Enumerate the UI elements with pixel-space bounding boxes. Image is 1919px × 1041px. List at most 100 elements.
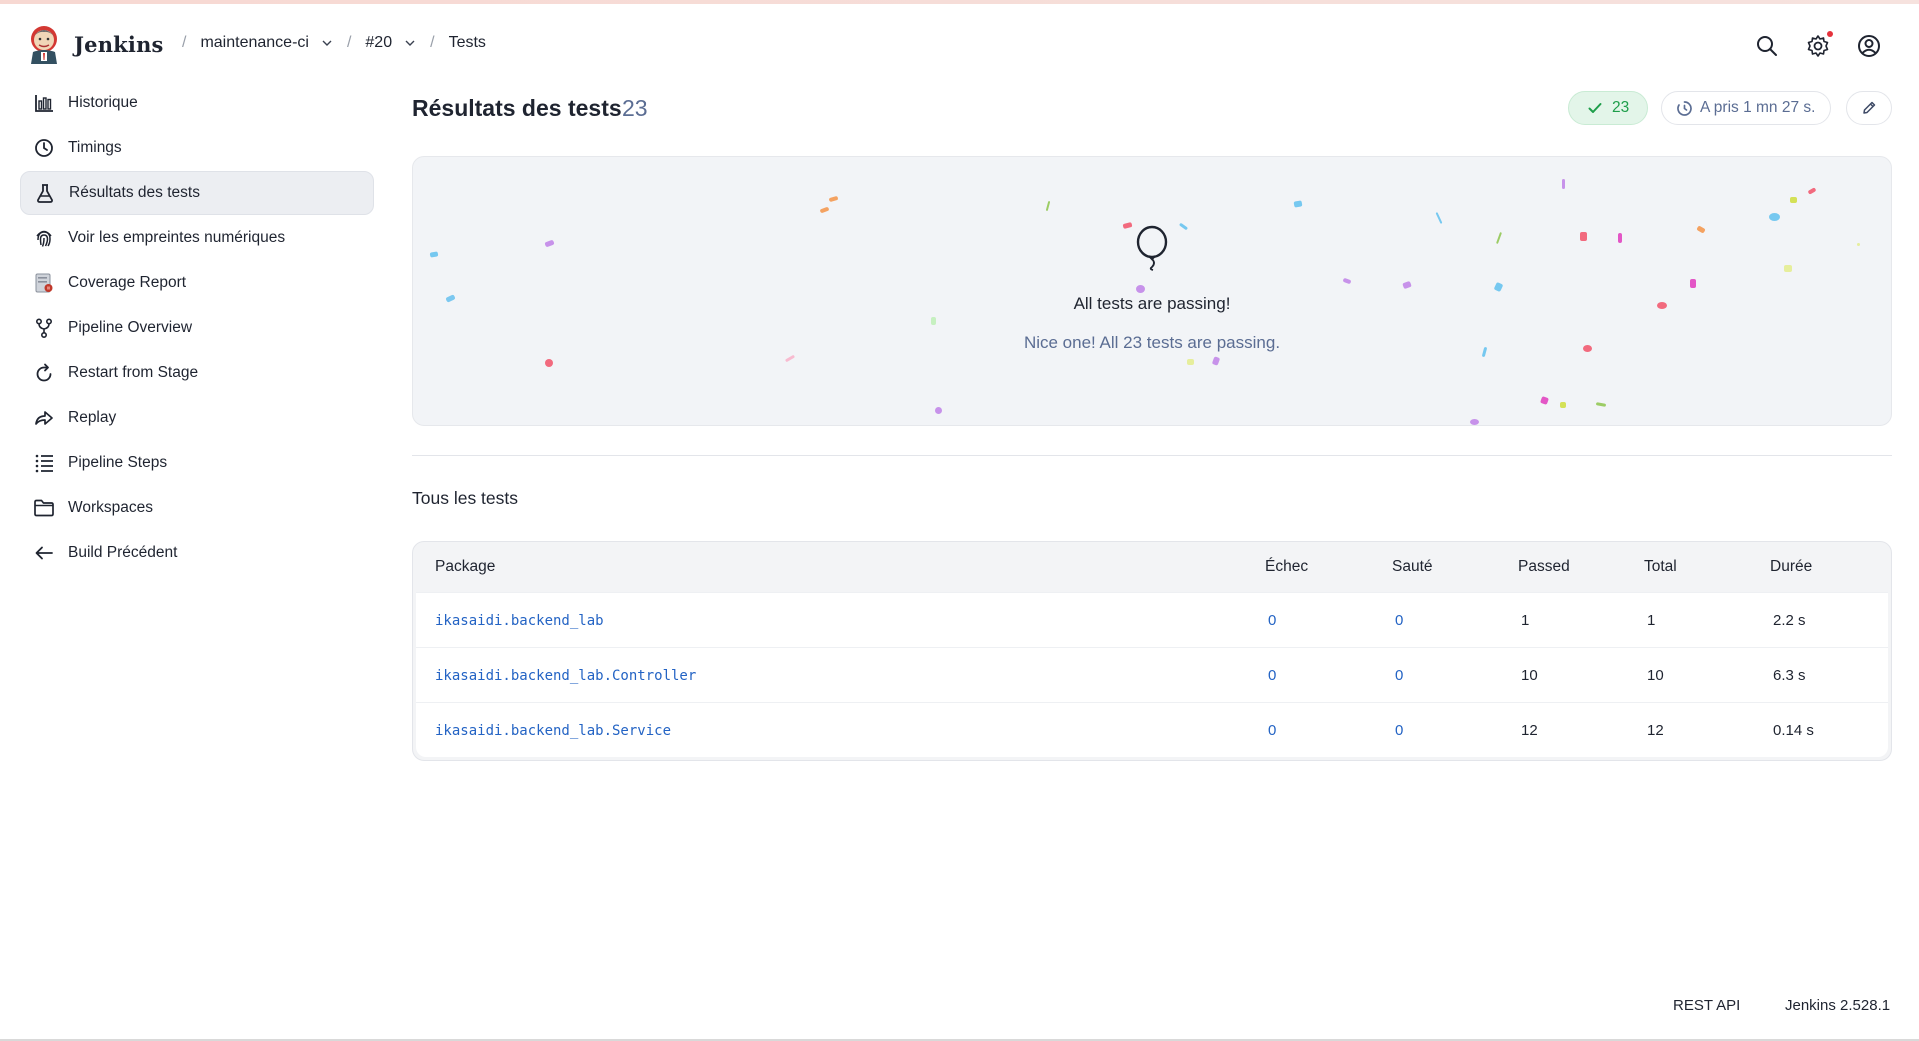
confetti-piece — [429, 251, 439, 258]
failed-count-link[interactable]: 0 — [1268, 667, 1276, 684]
confetti-piece — [1211, 356, 1221, 366]
fingerprint-icon — [33, 227, 55, 249]
sidebar-item-pipeline-overview[interactable]: Pipeline Overview — [20, 306, 374, 350]
sidebar-item-label: Timings — [68, 139, 122, 156]
sidebar-item-coverage-report[interactable]: Coverage Report — [20, 261, 374, 305]
confetti-piece — [931, 317, 936, 325]
sidebar-item-previous-build[interactable]: Build Précédent — [20, 531, 374, 575]
failed-count-link[interactable]: 0 — [1268, 612, 1276, 629]
all-passing-banner: All tests are passing! Nice one! All 23 … — [412, 156, 1892, 426]
confetti-piece — [1807, 187, 1817, 195]
edit-button[interactable] — [1846, 91, 1892, 125]
top-accent-line — [0, 0, 1919, 4]
sidebar-item-historique[interactable]: Historique — [20, 81, 374, 125]
chevron-down-icon[interactable] — [404, 37, 416, 49]
confetti-piece — [1690, 279, 1696, 288]
passed-count: 10 — [1521, 666, 1538, 684]
sidebar-item-label: Pipeline Overview — [68, 319, 193, 336]
skipped-count-link[interactable]: 0 — [1395, 722, 1403, 739]
sidebar-item-label: Workspaces — [68, 499, 153, 516]
confetti-piece — [1562, 179, 1565, 189]
rest-api-link[interactable]: REST API — [1673, 997, 1740, 1014]
skipped-count-link[interactable]: 0 — [1395, 612, 1403, 629]
restart-icon — [33, 362, 55, 384]
column-header-duration[interactable]: Durée — [1770, 558, 1870, 576]
notification-dot — [1827, 31, 1833, 37]
confetti-piece — [819, 206, 830, 214]
column-header-total[interactable]: Total — [1644, 558, 1770, 576]
breadcrumb: / maintenance-ci / #20 / Tests — [168, 34, 486, 52]
breadcrumb-separator: / — [182, 34, 187, 51]
confetti-piece — [1435, 212, 1443, 224]
table-row: ikasaidi.backend_lab.Service 0 0 12 12 0… — [416, 702, 1888, 757]
confetti-piece — [1769, 213, 1780, 221]
breadcrumb-label: Tests — [448, 34, 486, 51]
sidebar-item-test-results[interactable]: Résultats des tests — [20, 171, 374, 215]
confetti-piece — [1045, 200, 1051, 212]
chevron-down-icon[interactable] — [321, 37, 333, 49]
confetti-piece — [1784, 265, 1792, 272]
total-count: 1 — [1647, 611, 1656, 629]
breadcrumb-item-build[interactable]: #20 — [365, 34, 416, 52]
sidebar-item-label: Voir les empreintes numériques — [68, 229, 286, 246]
breadcrumb-label: #20 — [365, 34, 393, 51]
confetti-piece — [1136, 285, 1145, 293]
confetti-piece — [828, 195, 839, 203]
check-icon — [1588, 103, 1602, 113]
sidebar-item-workspaces[interactable]: Workspaces — [20, 486, 374, 530]
confetti-piece — [1696, 225, 1706, 234]
column-header-package[interactable]: Package — [413, 558, 1265, 576]
main-content: Résultats des tests 23 23 A pris 1 mn 27… — [412, 81, 1892, 761]
sidebar-item-pipeline-steps[interactable]: Pipeline Steps — [20, 441, 374, 485]
all-tests-heading: Tous les tests — [412, 488, 519, 508]
sidebar-item-timings[interactable]: Timings — [20, 126, 374, 170]
passed-count: 12 — [1521, 721, 1538, 739]
settings-icon[interactable] — [1805, 33, 1831, 59]
breadcrumb-item-tests[interactable]: Tests — [449, 34, 486, 52]
section-divider — [412, 455, 1892, 456]
sidebar-item-fingerprints[interactable]: Voir les empreintes numériques — [20, 216, 374, 260]
steps-icon — [33, 452, 55, 474]
column-header-failed[interactable]: Échec — [1265, 558, 1392, 576]
top-header: Jenkins / maintenance-ci / #20 / Tests — [0, 6, 1919, 86]
title-row: Résultats des tests 23 23 A pris 1 mn 27… — [412, 81, 1892, 137]
sidebar-item-label: Résultats des tests — [69, 184, 200, 201]
confetti-piece — [1293, 200, 1303, 208]
jenkins-logo[interactable] — [27, 24, 61, 66]
confetti-piece — [1560, 402, 1566, 408]
confetti-piece — [1342, 277, 1352, 285]
sidebar-item-label: Historique — [68, 94, 138, 111]
confetti-piece — [1540, 396, 1549, 405]
skipped-count-link[interactable]: 0 — [1395, 667, 1403, 684]
column-header-passed[interactable]: Passed — [1518, 558, 1644, 576]
confetti-piece — [1595, 402, 1607, 407]
sidebar-item-replay[interactable]: Replay — [20, 396, 374, 440]
package-link[interactable]: ikasaidi.backend_lab — [435, 613, 604, 629]
search-icon[interactable] — [1754, 33, 1780, 59]
brand-name[interactable]: Jenkins — [74, 32, 164, 57]
duration-text: A pris 1 mn 27 s. — [1700, 99, 1816, 116]
confetti-piece — [1496, 232, 1502, 244]
sidebar-item-label: Replay — [68, 409, 117, 426]
arrow-left-icon — [33, 542, 55, 564]
passed-badge[interactable]: 23 — [1568, 91, 1648, 125]
duration-value: 2.2 s — [1773, 611, 1806, 629]
failed-count-link[interactable]: 0 — [1268, 722, 1276, 739]
package-link[interactable]: ikasaidi.backend_lab.Service — [435, 723, 671, 739]
confetti-piece — [1122, 221, 1133, 230]
sidebar-item-restart-from-stage[interactable]: Restart from Stage — [20, 351, 374, 395]
confetti-piece — [1470, 419, 1479, 425]
confetti-piece — [1618, 233, 1622, 243]
package-link[interactable]: ikasaidi.backend_lab.Controller — [435, 668, 696, 684]
duration-badge[interactable]: A pris 1 mn 27 s. — [1661, 91, 1831, 125]
breadcrumb-separator: / — [430, 34, 435, 51]
account-icon[interactable] — [1856, 33, 1882, 59]
confetti-piece — [935, 407, 942, 414]
column-header-skipped[interactable]: Sauté — [1392, 558, 1518, 576]
sidebar-item-label: Build Précédent — [68, 544, 178, 561]
confetti-piece — [784, 354, 796, 363]
breadcrumb-item-job[interactable]: maintenance-ci — [200, 34, 333, 52]
test-results-table: Package Échec Sauté Passed Total Durée i… — [412, 541, 1892, 761]
jenkins-version-link[interactable]: Jenkins 2.528.1 — [1785, 997, 1890, 1014]
confetti-piece — [1790, 197, 1797, 203]
